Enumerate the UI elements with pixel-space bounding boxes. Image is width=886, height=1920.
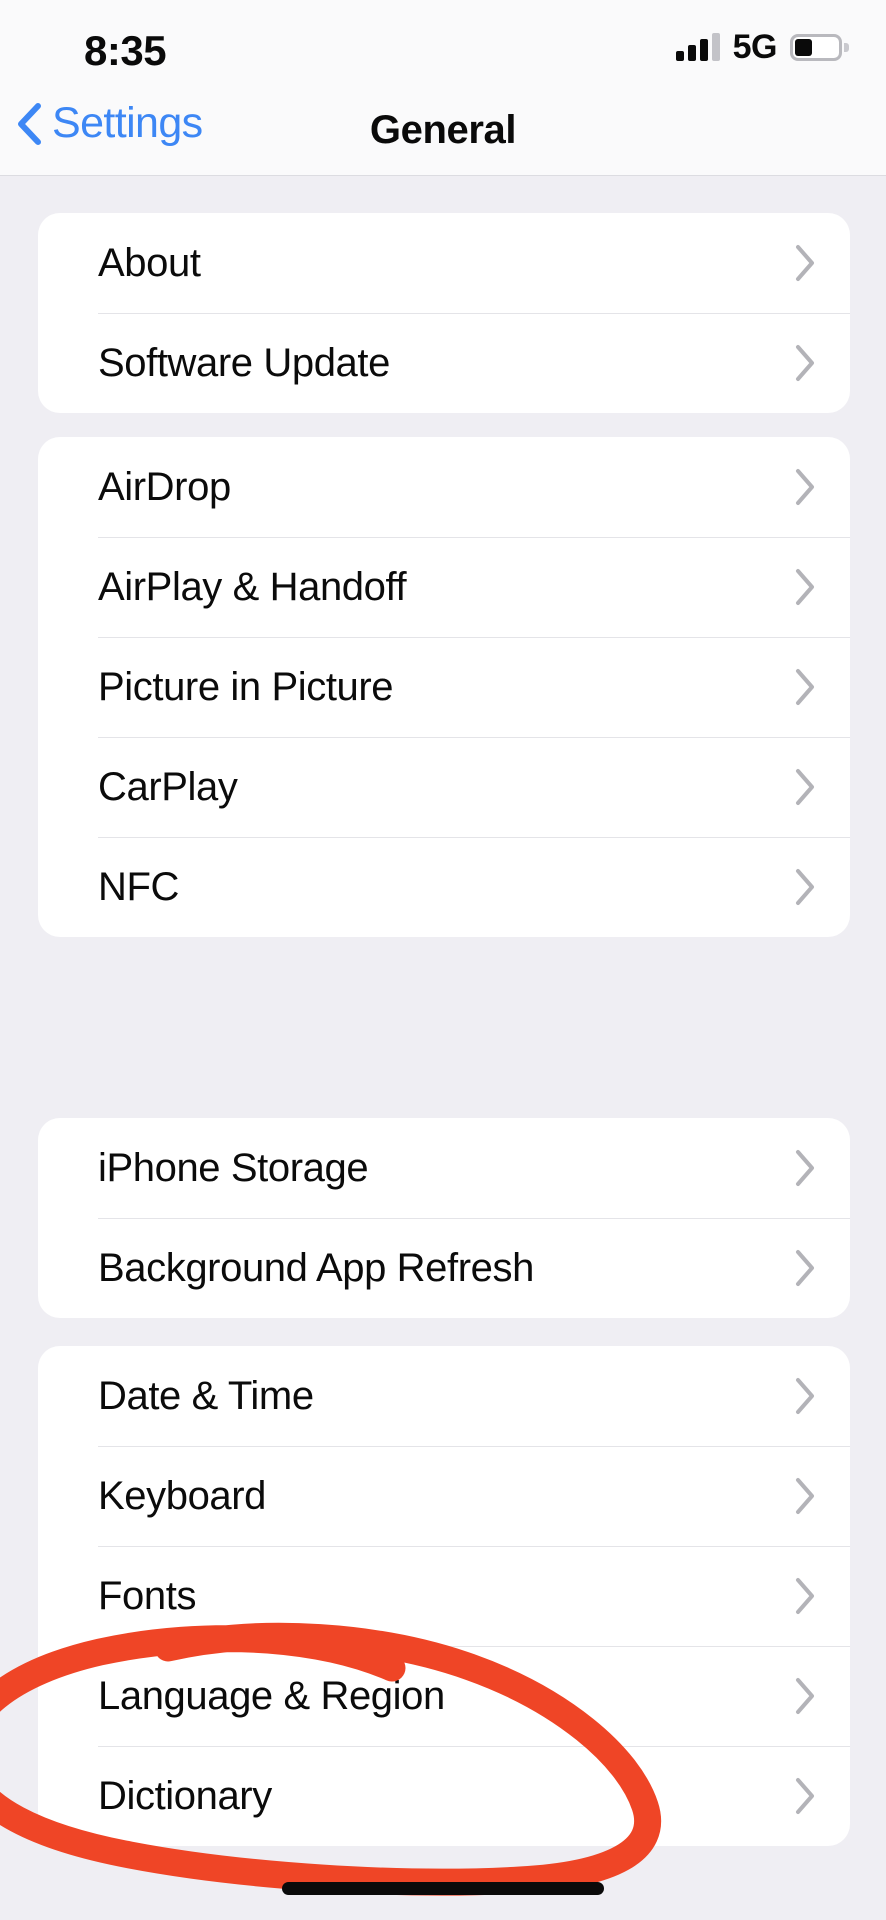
status-bar-clock: 8:35	[84, 27, 167, 74]
cellular-signal-icon	[675, 33, 720, 61]
chevron-right-icon	[796, 769, 814, 805]
settings-row-label: NFC	[98, 865, 180, 909]
chevron-right-icon	[796, 1578, 814, 1614]
chevron-right-icon	[796, 345, 814, 381]
battery-icon	[790, 33, 849, 61]
settings-group-1: About Software Update	[38, 213, 850, 413]
chevron-right-icon	[796, 569, 814, 605]
settings-row[interactable]: Dictionary	[38, 1746, 850, 1846]
settings-row[interactable]: Language & Region	[38, 1646, 850, 1746]
settings-row[interactable]: About	[38, 213, 850, 313]
chevron-right-icon	[796, 1478, 814, 1514]
settings-row[interactable]: Software Update	[38, 313, 850, 413]
settings-row-label: Fonts	[98, 1574, 197, 1618]
settings-row-label: Keyboard	[98, 1474, 267, 1518]
home-indicator-bar[interactable]	[282, 1882, 604, 1895]
status-bar-indicators: 5G	[675, 28, 849, 66]
chevron-right-icon	[796, 1678, 814, 1714]
chevron-right-icon	[796, 1150, 814, 1186]
page-title: General	[369, 108, 517, 152]
chevron-right-icon	[796, 1250, 814, 1286]
settings-row[interactable]: AirDrop	[38, 437, 850, 537]
settings-row[interactable]: iPhone Storage	[38, 1118, 850, 1218]
settings-row[interactable]: Picture in Picture	[38, 637, 850, 737]
settings-row-label: Picture in Picture	[98, 665, 394, 709]
settings-row-label: Date & Time	[98, 1374, 314, 1418]
settings-row-label: Language & Region	[98, 1674, 445, 1718]
settings-row[interactable]: AirPlay & Handoff	[38, 537, 850, 637]
settings-group-4: Date & Time Keyboard Fonts Language & Regio…	[38, 1346, 850, 1846]
settings-row-label: AirPlay & Handoff	[98, 565, 407, 609]
settings-row[interactable]: Date & Time	[38, 1346, 850, 1446]
settings-row[interactable]: Keyboard	[38, 1446, 850, 1546]
settings-group-3: iPhone Storage Background App Refresh	[38, 1118, 850, 1318]
settings-group-2: AirDrop AirPlay & Handoff Picture in Pictu…	[38, 437, 850, 937]
chevron-right-icon	[796, 1778, 814, 1814]
chevron-right-icon	[796, 669, 814, 705]
chevron-right-icon	[796, 1378, 814, 1414]
settings-row-label: CarPlay	[98, 765, 238, 809]
navigation-bar: Settings General	[0, 96, 886, 176]
network-type-label: 5G	[732, 28, 778, 66]
settings-row-label: iPhone Storage	[98, 1146, 369, 1190]
settings-row-label: About	[98, 241, 201, 285]
settings-row[interactable]: CarPlay	[38, 737, 850, 837]
settings-row-label: Dictionary	[98, 1774, 272, 1818]
status-bar: 8:35 5G	[0, 0, 886, 96]
chevron-right-icon	[796, 869, 814, 905]
chevron-right-icon	[796, 469, 814, 505]
settings-row[interactable]: Fonts	[38, 1546, 850, 1646]
settings-row-label: Background App Refresh	[98, 1246, 534, 1290]
iphone-screen: 8:35 5G Settings General About Software U…	[0, 0, 886, 1920]
settings-list: About Software Update AirDrop AirPlay & Ha…	[0, 176, 886, 1920]
settings-row[interactable]: Background App Refresh	[38, 1218, 850, 1318]
settings-row[interactable]: NFC	[38, 837, 850, 937]
settings-row-label: AirDrop	[98, 465, 231, 509]
chevron-right-icon	[796, 245, 814, 281]
settings-row-label: Software Update	[98, 341, 390, 385]
